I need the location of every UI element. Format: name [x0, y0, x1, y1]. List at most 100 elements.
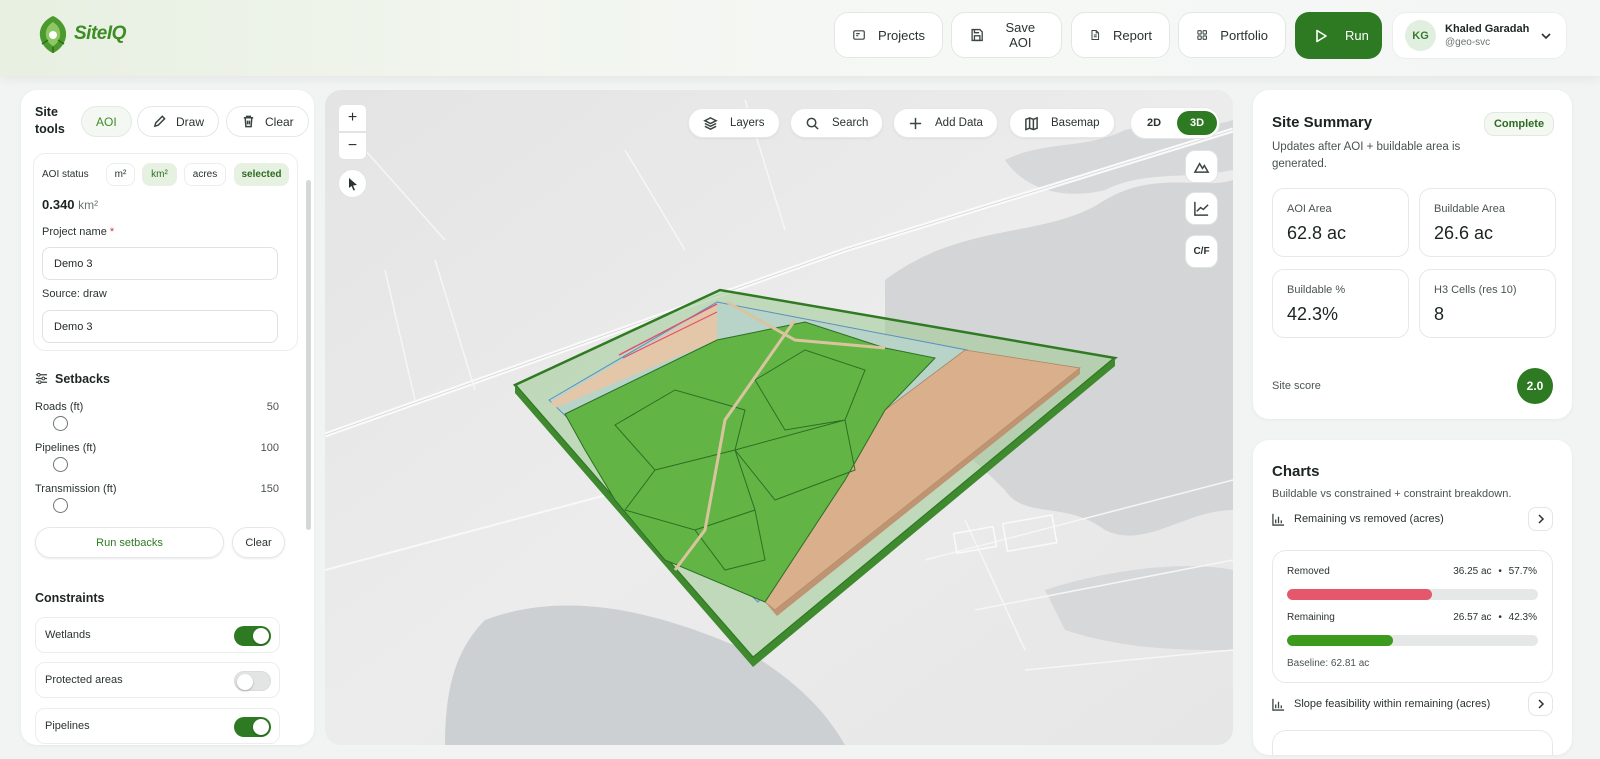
project-name-text: Project name: [42, 226, 107, 238]
layers-button[interactable]: Layers: [688, 108, 780, 138]
protected-areas-toggle[interactable]: [234, 671, 271, 691]
brand-logo[interactable]: SiteIQ: [36, 14, 126, 54]
wetlands-toggle[interactable]: [234, 626, 271, 646]
terrain-button[interactable]: [1185, 150, 1218, 183]
bar-chart-icon: [1272, 513, 1285, 526]
slope-chart-card: [1272, 730, 1553, 755]
basemap-button[interactable]: Basemap: [1009, 108, 1115, 138]
chevron-right-icon: [1537, 514, 1544, 524]
charts-subtitle: Buildable vs constrained + constraint br…: [1272, 488, 1512, 500]
setback-transmission-value: 150: [260, 483, 279, 495]
view-2d-button[interactable]: 2D: [1135, 111, 1173, 135]
remaining-pct: 42.3%: [1508, 612, 1537, 623]
zoom-in-button[interactable]: +: [338, 104, 367, 132]
run-setbacks-button[interactable]: Run setbacks: [35, 527, 224, 558]
removed-bar-fill: [1287, 589, 1432, 600]
avatar: KG: [1405, 20, 1436, 51]
charts-title: Charts: [1272, 463, 1320, 480]
stat-buildable-area-label: Buildable Area: [1434, 203, 1505, 215]
constraint-pipelines[interactable]: Pipelines: [35, 708, 280, 744]
sliders-icon: [35, 372, 48, 385]
user-name: Khaled Garadah: [1445, 23, 1530, 35]
report-button[interactable]: Report: [1071, 12, 1170, 58]
pencil-icon: [153, 115, 166, 128]
constraint-protected-areas[interactable]: Protected areas: [35, 662, 280, 698]
panel-scrollbar[interactable]: [306, 180, 311, 530]
stat-aoi-area-value: 62.8 ac: [1287, 223, 1347, 243]
setback-pipelines-value: 100: [260, 442, 279, 454]
user-menu[interactable]: KG Khaled Garadah @geo-svc: [1392, 12, 1567, 59]
setback-transmission-slider[interactable]: [53, 498, 68, 513]
play-icon: [1316, 29, 1327, 42]
plus-icon: [909, 117, 922, 129]
run-button[interactable]: Run: [1295, 12, 1382, 59]
aoi-area-readout: 0.340 km²: [42, 197, 98, 212]
portfolio-button[interactable]: Portfolio: [1178, 12, 1286, 58]
setback-pipelines-slider[interactable]: [53, 457, 68, 472]
summary-subtitle: Updates after AOI + buildable area is ge…: [1272, 141, 1461, 170]
project-name-label: Project name *: [42, 226, 114, 238]
aoi-area-value: 0.340: [42, 197, 75, 212]
chart-slope-feasibility-header[interactable]: Slope feasibility within remaining (acre…: [1272, 692, 1553, 716]
stat-aoi-area-label: AOI Area: [1287, 203, 1332, 215]
grid-icon: [1197, 30, 1207, 40]
pipelines-toggle[interactable]: [234, 717, 271, 737]
clear-tool-button[interactable]: Clear: [226, 106, 309, 137]
setback-roads-slider[interactable]: [53, 416, 68, 431]
remaining-bar-fill: [1287, 635, 1394, 646]
chart1-title: Remaining vs removed (acres): [1294, 513, 1444, 525]
setbacks-title: Setbacks: [55, 372, 110, 386]
search-button[interactable]: Search: [790, 108, 884, 138]
site-score-badge: 2.0: [1517, 368, 1553, 404]
map-view[interactable]: + − Layers Search Add Data Basemap 2D 3D…: [325, 90, 1233, 745]
remaining-label: Remaining: [1287, 612, 1335, 623]
unit-km2-button[interactable]: km²: [142, 163, 177, 186]
view-3d-button[interactable]: 3D: [1177, 111, 1217, 135]
pointer-tool-button[interactable]: [338, 169, 367, 198]
setback-pipelines-label: Pipelines (ft): [35, 442, 97, 454]
chevron-right-icon: [1537, 699, 1544, 709]
map-icon: [1025, 116, 1038, 131]
chart1-expand-button[interactable]: [1528, 507, 1553, 531]
site-tools-panel: Site tools AOI Draw Clear AOI status m² …: [21, 90, 314, 745]
aoi-area-unit: km²: [78, 198, 99, 212]
terrain-map[interactable]: [325, 90, 1233, 745]
brand-name: SiteIQ: [74, 23, 126, 44]
removed-separator: •: [1498, 566, 1502, 577]
stat-buildable-pct-value: 42.3%: [1287, 304, 1339, 324]
add-data-button[interactable]: Add Data: [893, 108, 998, 138]
view-mode-toggle: 2D 3D: [1130, 107, 1220, 139]
remaining-separator: •: [1498, 612, 1502, 623]
zoom-out-button[interactable]: −: [338, 132, 367, 160]
add-data-label: Add Data: [935, 117, 983, 129]
site-tools-title: Site tools: [35, 105, 65, 136]
required-mark: *: [109, 226, 115, 238]
constraint-wetlands[interactable]: Wetlands: [35, 617, 280, 653]
unit-acres-button[interactable]: acres: [184, 163, 226, 186]
save-aoi-button[interactable]: Save AOI: [951, 12, 1062, 58]
constraint-pipelines-label: Pipelines: [45, 720, 90, 732]
remaining-removed-chart: Removed 36.25 ac • 57.7% Remaining 26.57…: [1272, 550, 1553, 683]
site-score-label: Site score: [1272, 380, 1321, 392]
chart-remaining-vs-removed-header[interactable]: Remaining vs removed (acres): [1272, 507, 1553, 531]
project-name-input[interactable]: Demo 3: [42, 247, 278, 280]
chart2-title: Slope feasibility within remaining (acre…: [1294, 698, 1491, 710]
stat-buildable-area-value: 26.6 ac: [1434, 223, 1494, 243]
remaining-bar: [1287, 635, 1538, 646]
report-label: Report: [1112, 27, 1152, 43]
projects-button[interactable]: Projects: [834, 12, 943, 58]
summary-status-badge: Complete: [1484, 112, 1554, 136]
unit-m2-button[interactable]: m²: [106, 163, 135, 186]
clear-setbacks-button[interactable]: Clear: [232, 527, 285, 558]
bar-chart-icon: [1272, 698, 1285, 711]
baseline-label: Baseline: 62.81 ac: [1287, 658, 1370, 669]
chart2-expand-button[interactable]: [1528, 692, 1553, 716]
basemap-label: Basemap: [1051, 117, 1100, 129]
cf-toggle-button[interactable]: C/F: [1185, 235, 1218, 268]
source-input[interactable]: Demo 3: [42, 310, 278, 343]
aoi-tool-button[interactable]: AOI: [81, 106, 132, 137]
remaining-values: 26.57 ac • 42.3%: [1453, 612, 1537, 623]
draw-tool-button[interactable]: Draw: [137, 106, 220, 137]
constraint-protected-label: Protected areas: [45, 674, 123, 686]
profile-chart-button[interactable]: [1185, 192, 1218, 225]
